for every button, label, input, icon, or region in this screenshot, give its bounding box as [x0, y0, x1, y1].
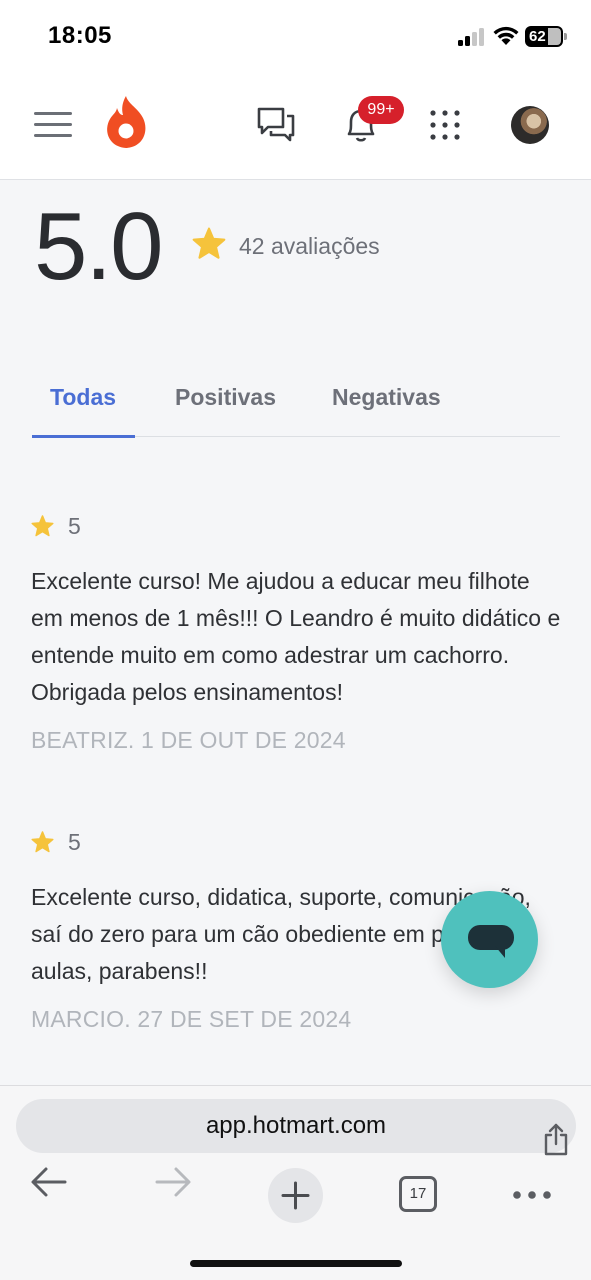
url-text: app.hotmart.com: [205, 1112, 387, 1139]
tab-todas[interactable]: Todas: [50, 384, 116, 411]
menu-icon[interactable]: [34, 110, 72, 138]
share-icon[interactable]: [542, 1123, 570, 1157]
review-score: 5: [68, 829, 81, 855]
cellular-signal-icon: [458, 28, 486, 46]
review-author-date: MARCIO. 27 DE SET DE 2024: [31, 1006, 352, 1032]
avatar[interactable]: [511, 106, 549, 144]
star-icon: [31, 831, 54, 853]
chat-bubble-tail: [495, 946, 505, 958]
battery-empty-portion: [548, 28, 561, 45]
status-time: 18:05: [48, 22, 112, 49]
new-tab-button[interactable]: [268, 1168, 323, 1223]
star-icon: [192, 227, 226, 259]
review-author-date: BEATRIZ. 1 DE OUT DE 2024: [31, 727, 346, 753]
chat-icon[interactable]: [256, 106, 296, 144]
star-icon: [31, 515, 54, 537]
more-options-icon[interactable]: [512, 1190, 552, 1200]
review-filter-tabs: Todas Positivas Negativas: [32, 360, 560, 438]
tab-positivas[interactable]: Positivas: [175, 384, 276, 411]
plus-icon: [281, 1181, 310, 1210]
home-indicator: [190, 1260, 402, 1267]
notification-badge: 99+: [358, 96, 404, 124]
chat-bubble-icon: [468, 925, 514, 950]
chat-support-button[interactable]: [441, 891, 538, 988]
rating-count: 42 avaliações: [239, 233, 380, 259]
hotmart-logo[interactable]: [104, 94, 148, 150]
review-rating: 5: [31, 829, 561, 859]
status-bar: 18:05 62: [0, 0, 591, 72]
review-item: 5 Excelente curso! Me ajudou a educar me…: [31, 513, 561, 754]
app-header: 99+: [0, 72, 591, 180]
back-arrow-icon[interactable]: [30, 1166, 68, 1198]
battery-indicator: 62: [525, 26, 567, 47]
tabs-overview-button[interactable]: 17: [399, 1176, 437, 1212]
address-bar[interactable]: app.hotmart.com: [16, 1099, 576, 1156]
review-score: 5: [68, 513, 81, 539]
tab-negativas[interactable]: Negativas: [332, 384, 441, 411]
review-text: Excelente curso! Me ajudou a educar meu …: [31, 568, 561, 705]
battery-level: 62: [529, 28, 546, 45]
active-tab-indicator: [32, 435, 135, 438]
apps-grid-icon[interactable]: [430, 110, 460, 140]
wifi-icon: [493, 26, 519, 45]
rating-score: 5.0: [34, 193, 163, 300]
forward-arrow-icon[interactable]: [154, 1166, 192, 1198]
review-rating: 5: [31, 513, 561, 543]
